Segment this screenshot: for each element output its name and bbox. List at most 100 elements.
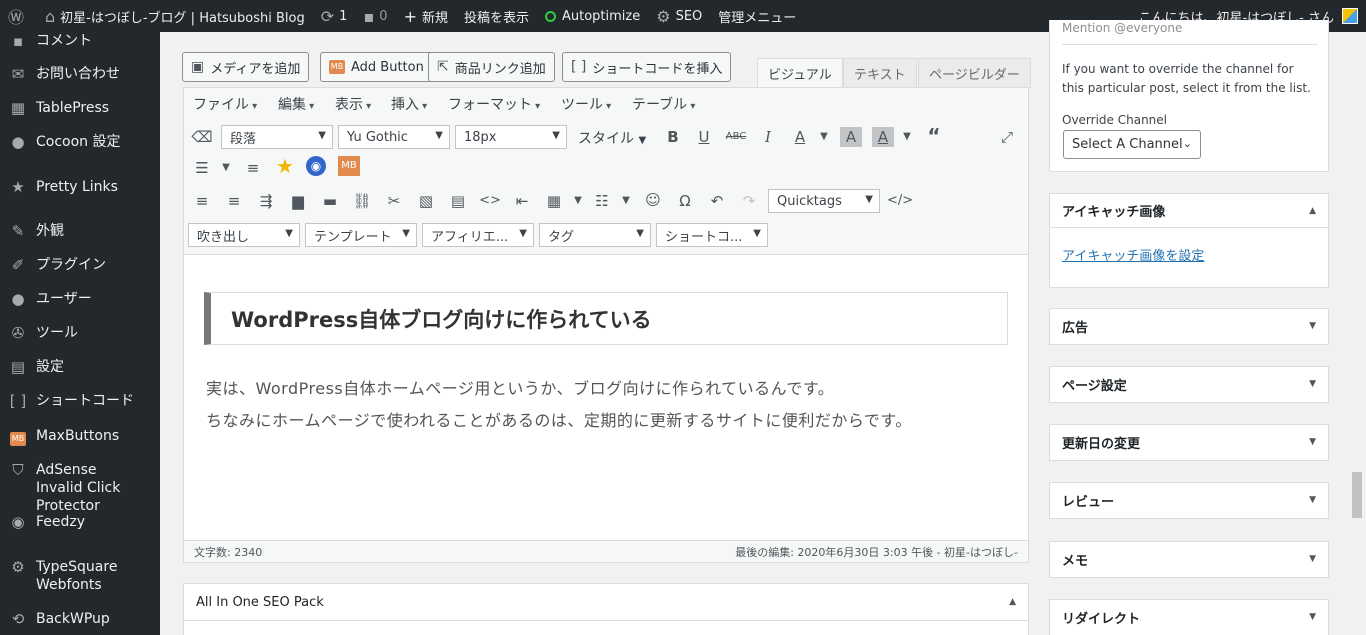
quote-icon[interactable]: “ [923,126,945,146]
italic-icon[interactable]: I [757,127,779,147]
affiliate-select[interactable]: アフィリエ... ▼ [422,223,534,247]
memo-box[interactable]: メモ ▼ [1049,541,1329,578]
menu-tools[interactable]: ツール [561,94,611,114]
feed-icon[interactable]: ◉ [306,156,326,176]
wordpress-logo[interactable]: Ⓦ [0,0,37,32]
sidebar-item-comments[interactable]: ▪ コメント [0,32,160,50]
shortcode-select[interactable]: ショートコ... ▼ [656,223,768,247]
sidebar-item-maxbuttons[interactable]: MB MaxButtons [0,427,160,446]
page-scrollbar[interactable] [1348,32,1366,635]
unlink-icon[interactable]: ✂ [383,191,405,211]
new-content-link[interactable]: + 新規 [396,0,456,32]
chevron-down-icon[interactable]: ▼ [567,191,589,211]
sidebar-item-pretty-links[interactable]: ★ Pretty Links [0,178,160,196]
chevron-down-icon[interactable]: ▼ [615,191,637,211]
star-icon[interactable]: ★ [274,156,296,176]
background-color-icon[interactable]: A [872,127,894,147]
content-heading[interactable]: WordPress自体ブログ向けに作られている [204,292,1008,345]
sidebar-item-plugins[interactable]: ✐ プラグイン [0,256,160,274]
mb-icon[interactable]: MB [338,156,360,176]
sidebar-item-backwpup[interactable]: ⟲ BackWPup [0,610,160,628]
indent-icon[interactable]: ⇤ [511,191,533,211]
bullet-list-icon[interactable]: ☰ [191,158,213,178]
seo-pack-header[interactable]: All In One SEO Pack ▲ [184,584,1028,621]
sidebar-item-feedzy[interactable]: ◉ Feedzy [0,513,160,531]
underline-icon[interactable]: U [693,127,715,147]
sidebar-item-appearance[interactable]: ✎ 外観 [0,222,160,240]
sidebar-item-typesquare[interactable]: ⚙ TypeSquare Webfonts [0,558,160,594]
chevron-down-icon[interactable]: ▼ [813,127,835,147]
view-post-link[interactable]: 投稿を表示 [456,0,537,32]
seo-link[interactable]: ⚙ SEO [648,0,710,32]
wrap-icon[interactable]: ⇶ [255,191,277,211]
mention-everyone-checkbox[interactable]: Mention @everyone [1062,21,1182,35]
menu-format[interactable]: フォーマット [448,94,540,114]
add-media-button[interactable]: ▣ メディアを追加 [182,52,310,82]
content-paragraph[interactable]: 実は、WordPress自体ホームページ用というか、ブログ向けに作られているんで… [206,375,834,399]
updates-link[interactable]: ⟳ 1 [313,0,356,32]
table-icon[interactable]: ▦ [543,191,565,211]
menu-file[interactable]: ファイル [193,94,257,114]
text-color-icon[interactable]: A [789,127,811,147]
format-select[interactable]: 段落 ▼ [221,125,333,149]
redo-icon[interactable]: ↷ [738,191,760,211]
review-box[interactable]: レビュー ▼ [1049,482,1329,519]
highlight-icon[interactable]: A [840,127,862,147]
channel-select[interactable]: Select A Channel ⌄ [1063,130,1201,159]
menu-table[interactable]: テーブル [632,94,695,114]
sidebar-item-shortcode[interactable]: [ ] ショートコード [0,392,160,410]
sidebar-item-tools[interactable]: ✇ ツール [0,324,160,342]
avatar[interactable] [1342,8,1358,24]
menu-view[interactable]: 表示 [335,94,371,114]
ad-box[interactable]: 広告 ▼ [1049,308,1329,345]
add-button-button[interactable]: MB Add Button [320,52,433,82]
featured-image-header[interactable]: アイキャッチ画像 ▲ [1050,194,1328,228]
image-icon[interactable]: ▧ [415,191,437,211]
insert-shortcode-button[interactable]: [ ] ショートコードを挿入 [562,52,732,82]
quicktags-select[interactable]: Quicktags ▼ [768,189,880,213]
video-icon[interactable]: ▤ [447,191,469,211]
comments-link[interactable]: ▪ 0 [355,0,395,32]
page-settings-box[interactable]: ページ設定 ▼ [1049,366,1329,403]
admin-menu-link[interactable]: 管理メニュー [710,0,804,32]
sidebar-item-adsense[interactable]: ⛉ AdSense Invalid Click Protector [0,461,160,515]
size-select[interactable]: 18px ▼ [455,125,567,149]
code-icon[interactable]: <> [479,191,501,211]
clipboard-icon[interactable]: ▆ [287,191,309,211]
template-select[interactable]: テンプレート ▼ [305,223,417,247]
font-select[interactable]: Yu Gothic ▼ [338,125,450,149]
scrollbar-thumb[interactable] [1352,472,1362,518]
autoptimize-link[interactable]: Autoptimize [537,0,648,32]
style-menu[interactable]: スタイル ▼ [578,128,646,148]
set-featured-image-link[interactable]: アイキャッチ画像を設定 [1062,249,1204,264]
tab-page-builder[interactable]: ページビルダー [918,58,1031,88]
align-left-icon[interactable]: ≡ [242,158,264,178]
tab-visual[interactable]: ビジュアル [757,58,843,88]
product-link-button[interactable]: ⇱ 商品リンク追加 [428,52,555,82]
undo-icon[interactable]: ↶ [706,191,728,211]
balloon-select[interactable]: 吹き出し ▼ [188,223,300,247]
bold-icon[interactable]: B [662,127,684,147]
site-name-link[interactable]: ⌂ 初星-はつぼし-ブログ | Hatsuboshi Blog [37,0,313,32]
menu-insert[interactable]: 挿入 [391,94,427,114]
content-paragraph[interactable]: ちなみにホームページで使われることがあるのは、定期的に更新するサイトに便利だから… [206,407,912,431]
emoji-icon[interactable]: ☺ [642,190,664,210]
update-date-box[interactable]: 更新日の変更 ▼ [1049,424,1329,461]
sidebar-item-settings[interactable]: ▤ 設定 [0,358,160,376]
menu-edit[interactable]: 編集 [278,94,314,114]
chevron-down-icon[interactable]: ▼ [896,127,918,147]
sidebar-item-tablepress[interactable]: ▦ TablePress [0,99,160,117]
numbered-list-icon[interactable]: ☷ [591,191,613,211]
sidebar-item-contact[interactable]: ✉ お問い合わせ [0,65,160,83]
horizontal-rule-icon[interactable]: ▬ [319,191,341,211]
chevron-down-icon[interactable]: ▼ [215,158,237,178]
html-code-icon[interactable]: </> [887,191,913,211]
link-icon[interactable]: ⛓ [351,191,373,211]
editor-content[interactable]: WordPress自体ブログ向けに作られている 実は、WordPress自体ホー… [184,255,1028,540]
redirect-box[interactable]: リダイレクト ▼ [1049,599,1329,635]
sidebar-item-users[interactable]: ● ユーザー [0,290,160,308]
fullscreen-icon[interactable]: ⤢ [996,127,1018,147]
tag-select[interactable]: タグ ▼ [539,223,651,247]
sidebar-item-cocoon[interactable]: ● Cocoon 設定 [0,133,160,151]
omega-icon[interactable]: Ω [674,191,696,211]
